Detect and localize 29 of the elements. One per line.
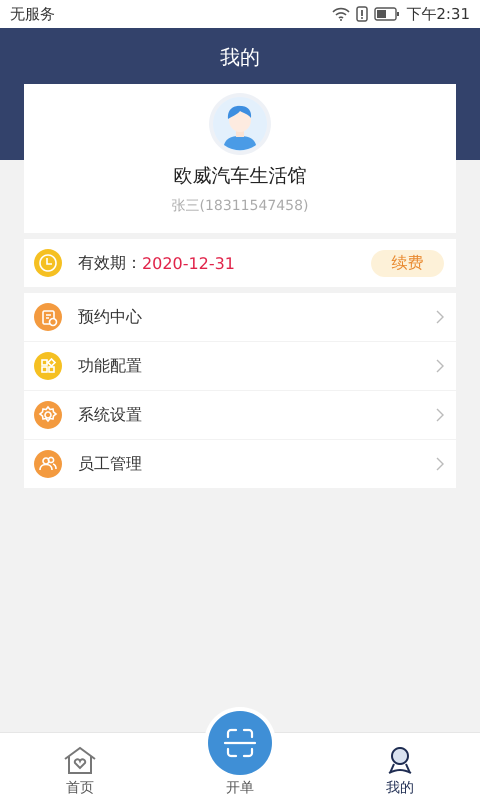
- menu-item[interactable]: 系统设置: [24, 390, 456, 439]
- home-icon: [62, 745, 98, 775]
- menu-item[interactable]: 预约中心: [24, 293, 456, 341]
- scan-icon: [208, 711, 272, 775]
- wifi-icon: [332, 7, 350, 21]
- avatar-icon: [209, 93, 271, 155]
- chevron-icon: [436, 359, 444, 373]
- page-title: 我的: [220, 44, 260, 71]
- menu-label: 功能配置: [78, 356, 143, 376]
- clock-icon: [34, 249, 62, 277]
- menu-item[interactable]: 员工管理: [24, 439, 456, 488]
- menu-item[interactable]: 功能配置: [24, 341, 456, 390]
- chevron-icon: [436, 408, 444, 422]
- alert-icon: [356, 6, 368, 22]
- tab-item[interactable]: 我的: [320, 733, 480, 800]
- validity-date: 2020-12-31: [142, 254, 235, 272]
- menu-label: 系统设置: [78, 404, 143, 426]
- user-phone: 张三(18311547458): [172, 197, 308, 215]
- validity-label: 有效期：: [78, 252, 142, 274]
- chevron-icon: [436, 310, 444, 324]
- clock-text: 下午2:31: [406, 4, 470, 24]
- chevron-icon: [436, 457, 444, 471]
- menu-label: 预约中心: [78, 306, 143, 328]
- battery-icon: [374, 7, 400, 21]
- store-name: 欧威汽车生活馆: [174, 164, 306, 189]
- tab-item[interactable]: 开单: [160, 707, 320, 800]
- tab-item[interactable]: 首页: [0, 733, 160, 800]
- carrier-text: 无服务: [10, 4, 55, 24]
- menu-label: 员工管理: [78, 454, 143, 474]
